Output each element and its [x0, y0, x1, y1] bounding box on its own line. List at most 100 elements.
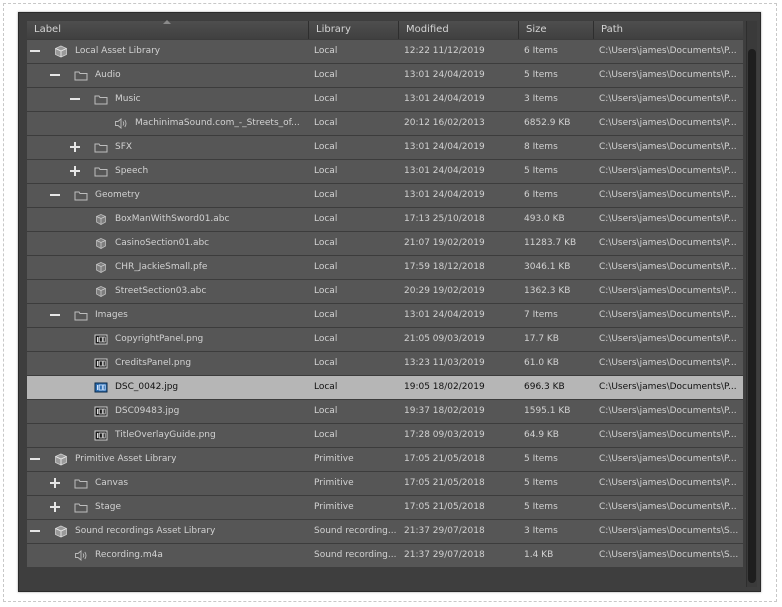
label-cell[interactable]: Music — [27, 88, 309, 112]
library-cell: Local — [314, 142, 338, 152]
library-cell: Sound recording... — [314, 526, 397, 536]
collapse-toggle-icon[interactable] — [30, 454, 40, 464]
collapse-toggle-icon[interactable] — [70, 94, 80, 104]
modified-cell: 17:28 09/03/2019 — [404, 430, 485, 440]
scrollbar-thumb[interactable] — [748, 49, 756, 583]
label-cell[interactable]: Images — [27, 304, 309, 328]
collapse-toggle-icon[interactable] — [30, 46, 40, 56]
label-cell[interactable]: Local Asset Library — [27, 40, 309, 64]
library-cell: Primitive — [314, 454, 354, 464]
table-row[interactable]: Local Asset Library Local 12:22 11/12/2019… — [27, 39, 743, 63]
modified-cell: 13:01 24/04/2019 — [404, 70, 485, 80]
collapse-toggle-icon[interactable] — [50, 190, 60, 200]
row-label: CHR_JackieSmall.pfe — [115, 262, 208, 272]
label-cell[interactable]: Canvas — [27, 472, 309, 496]
row-label: Primitive Asset Library — [75, 454, 177, 464]
label-cell[interactable]: CreditsPanel.png — [27, 352, 309, 376]
table-row[interactable]: BoxManWithSword01.abc Local 17:13 25/10/20… — [27, 207, 743, 231]
label-cell[interactable]: BoxManWithSword01.abc — [27, 208, 309, 232]
table-row[interactable]: Images Local 13:01 24/04/2019 7 Items C:\Use… — [27, 303, 743, 327]
table-row[interactable]: Stage Primitive 17:05 21/05/2018 5 Items C:\… — [27, 495, 743, 519]
path-cell: C:\Users\james\Documents\P... — [599, 118, 737, 128]
library-cell: Local — [314, 430, 338, 440]
vertical-scrollbar[interactable] — [746, 21, 757, 587]
table-row[interactable]: Music Local 13:01 24/04/2019 3 Items C:\User… — [27, 87, 743, 111]
collapse-toggle-icon[interactable] — [30, 526, 40, 536]
asset-browser-panel: Label Library Modified Size Path Local A… — [18, 12, 761, 592]
modified-cell: 12:22 11/12/2019 — [404, 46, 485, 56]
table-row[interactable]: Speech Local 13:01 24/04/2019 5 Items C:\Use… — [27, 159, 743, 183]
expand-toggle-icon[interactable] — [70, 142, 80, 152]
label-cell[interactable]: Primitive Asset Library — [27, 448, 309, 472]
label-cell[interactable]: DSC_0042.jpg — [27, 376, 309, 400]
table-row[interactable]: DSC_0042.jpg Local 19:05 18/02/2019 696.3 K… — [27, 375, 743, 399]
sound-icon — [74, 549, 88, 562]
library-cell: Local — [314, 94, 338, 104]
label-cell[interactable]: SFX — [27, 136, 309, 160]
library-cell: Local — [314, 46, 338, 56]
column-modified-text: Modified — [406, 24, 449, 35]
geometry-icon — [94, 285, 108, 298]
label-cell[interactable]: Stage — [27, 496, 309, 520]
table-row[interactable]: StreetSection03.abc Local 20:29 19/02/2019… — [27, 279, 743, 303]
table-row[interactable]: SFX Local 13:01 24/04/2019 8 Items C:\Users\… — [27, 135, 743, 159]
label-cell[interactable]: DSC09483.jpg — [27, 400, 309, 424]
label-cell[interactable]: Sound recordings Asset Library — [27, 520, 309, 544]
path-cell: C:\Users\james\Documents\P... — [599, 478, 737, 488]
label-cell[interactable]: StreetSection03.abc — [27, 280, 309, 304]
table-row[interactable]: Canvas Primitive 17:05 21/05/2018 5 Items C:… — [27, 471, 743, 495]
label-cell[interactable]: CasinoSection01.abc — [27, 232, 309, 256]
size-cell: 11283.7 KB — [524, 238, 577, 248]
path-cell: C:\Users\james\Documents\P... — [599, 262, 737, 272]
table-row[interactable]: Geometry Local 13:01 24/04/2019 6 Items C:\U… — [27, 183, 743, 207]
table-row[interactable]: CopyrightPanel.png Local 21:05 09/03/2019 1… — [27, 327, 743, 351]
row-label: CreditsPanel.png — [115, 358, 192, 368]
expand-toggle-icon[interactable] — [50, 478, 60, 488]
table-row[interactable]: CHR_JackieSmall.pfe Local 17:59 18/12/2018… — [27, 255, 743, 279]
table-row[interactable]: Audio Local 13:01 24/04/2019 5 Items C:\User… — [27, 63, 743, 87]
label-cell[interactable]: Geometry — [27, 184, 309, 208]
label-cell[interactable]: MachinimaSound.com_-_Streets_of... — [27, 112, 309, 136]
column-library-header[interactable]: Library — [309, 21, 399, 39]
row-label: DSC_0042.jpg — [115, 382, 179, 392]
table-row[interactable]: TitleOverlayGuide.png Local 17:28 09/03/20… — [27, 423, 743, 447]
modified-cell: 20:12 16/02/2013 — [404, 118, 485, 128]
expand-toggle-icon[interactable] — [70, 166, 80, 176]
row-label: Stage — [95, 502, 122, 512]
path-cell: C:\Users\james\Documents\P... — [599, 454, 737, 464]
path-cell: C:\Users\james\Documents\P... — [599, 358, 737, 368]
label-cell[interactable]: TitleOverlayGuide.png — [27, 424, 309, 448]
table-row[interactable]: MachinimaSound.com_-_Streets_of... Local 2… — [27, 111, 743, 135]
label-cell[interactable]: Speech — [27, 160, 309, 184]
row-label: Sound recordings Asset Library — [75, 526, 216, 536]
table-row[interactable]: CreditsPanel.png Local 13:23 11/03/2019 61.… — [27, 351, 743, 375]
library-cell: Local — [314, 262, 338, 272]
modified-cell: 17:59 18/12/2018 — [404, 262, 485, 272]
size-cell: 493.0 KB — [524, 214, 565, 224]
label-cell[interactable]: CHR_JackieSmall.pfe — [27, 256, 309, 280]
collapse-toggle-icon[interactable] — [50, 310, 60, 320]
asset-tree: Local Asset Library Local 12:22 11/12/2019… — [27, 39, 743, 567]
collapse-toggle-icon[interactable] — [50, 70, 60, 80]
row-label: Audio — [95, 70, 121, 80]
table-row[interactable]: Primitive Asset Library Primitive 17:05 21… — [27, 447, 743, 471]
label-cell[interactable]: Audio — [27, 64, 309, 88]
label-cell[interactable]: Recording.m4a — [27, 544, 309, 568]
column-modified-header[interactable]: Modified — [399, 21, 519, 39]
modified-cell: 13:01 24/04/2019 — [404, 190, 485, 200]
row-label: BoxManWithSword01.abc — [115, 214, 230, 224]
size-cell: 8 Items — [524, 142, 558, 152]
column-size-text: Size — [526, 24, 547, 35]
table-row[interactable]: CasinoSection01.abc Local 21:07 19/02/2019… — [27, 231, 743, 255]
table-row[interactable]: DSC09483.jpg Local 19:37 18/02/2019 1595.1 … — [27, 399, 743, 423]
column-path-header[interactable]: Path — [594, 21, 743, 39]
expand-toggle-icon[interactable] — [50, 502, 60, 512]
column-label-header[interactable]: Label — [27, 20, 309, 39]
table-row[interactable]: Recording.m4a Sound recording... 21:37 29/… — [27, 543, 743, 567]
label-cell[interactable]: CopyrightPanel.png — [27, 328, 309, 352]
table-row[interactable]: Sound recordings Asset Library Sound reco… — [27, 519, 743, 543]
row-label: CopyrightPanel.png — [115, 334, 204, 344]
column-size-header[interactable]: Size — [519, 21, 594, 39]
library-cell: Sound recording... — [314, 550, 397, 560]
path-cell: C:\Users\james\Documents\P... — [599, 334, 737, 344]
